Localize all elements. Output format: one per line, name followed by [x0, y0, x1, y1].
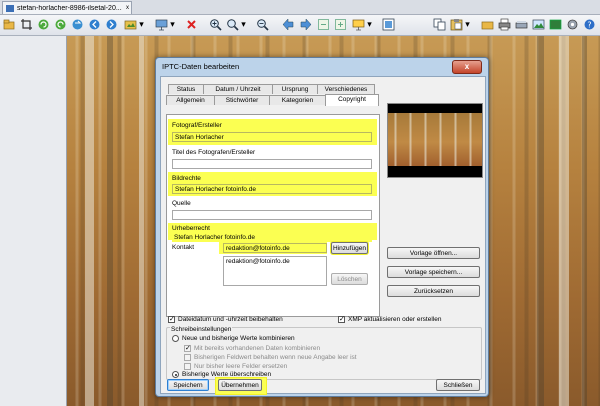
back-icon[interactable]: [88, 18, 101, 31]
iptc-dialog: IPTC-Daten bearbeiten x Status Datum / U…: [155, 57, 489, 397]
zoom-out-icon[interactable]: [256, 18, 269, 31]
dialog-titlebar[interactable]: IPTC-Daten bearbeiten x: [156, 58, 488, 75]
rights-label: Bildrechte: [172, 175, 201, 182]
delete-icon[interactable]: [185, 18, 198, 31]
refresh-icon[interactable]: [71, 18, 84, 31]
dropdown-icon[interactable]: ▾: [240, 18, 247, 31]
tab-categories[interactable]: Kategorien: [269, 95, 326, 105]
close-tab-icon[interactable]: x: [126, 5, 129, 11]
photographer-label: Fotograf/Ersteller: [172, 122, 222, 129]
combine-radio-label: Neue und bisherige Werte kombinieren: [182, 335, 295, 342]
tab-status[interactable]: Status: [168, 84, 204, 94]
combine-existing-label: Mit bereits vorhandenen Daten kombiniere…: [194, 345, 321, 352]
rotate-left-icon[interactable]: [37, 18, 50, 31]
dropdown-icon[interactable]: ▾: [138, 18, 145, 31]
crop-icon[interactable]: [20, 18, 33, 31]
zoom-icon[interactable]: [226, 18, 239, 31]
copyright-tab-panel: Fotograf/Ersteller Stefan Horlacher Tite…: [166, 114, 380, 317]
tab-date-time[interactable]: Datum / Uhrzeit: [203, 84, 273, 94]
folder-icon[interactable]: [481, 18, 494, 31]
overwrite-radio[interactable]: [172, 371, 179, 378]
contact-label: Kontakt: [172, 244, 195, 251]
image-icon[interactable]: [532, 18, 545, 31]
desktop-icon[interactable]: [352, 18, 365, 31]
rotate-right-icon[interactable]: [54, 18, 67, 31]
tab-origin[interactable]: Ursprung: [272, 84, 318, 94]
write-settings-label: Schreibeinstellungen: [170, 326, 233, 333]
tab-bar: stefan-horlacher-8986-ilsetal-20... x: [0, 0, 600, 15]
slideshow-icon[interactable]: [155, 18, 168, 31]
thumbnail-icon[interactable]: [549, 18, 562, 31]
scan-icon[interactable]: [515, 18, 528, 31]
last-page-icon[interactable]: [334, 18, 347, 31]
rights-field[interactable]: Stefan Horlacher fotoinfo.de: [172, 184, 372, 194]
keep-date-checkbox[interactable]: [168, 315, 175, 323]
tab-copyright[interactable]: Copyright: [325, 94, 379, 106]
document-tab[interactable]: stefan-horlacher-8986-ilsetal-20... x: [2, 1, 132, 14]
only-empty-label: Nur bisher leere Felder ersetzen: [194, 363, 288, 370]
save-template-button[interactable]: Vorlage speichern...: [387, 266, 480, 278]
open-template-button[interactable]: Vorlage öffnen...: [387, 247, 480, 259]
main-toolbar: ▾ ▾ ▾ ▾ ▾ ?: [0, 15, 600, 36]
image-preview: [387, 103, 483, 178]
paste-icon[interactable]: [450, 18, 463, 31]
contact-input[interactable]: redaktion@fotoinfo.de: [223, 243, 327, 253]
tab-misc[interactable]: Verschiedenes: [317, 84, 375, 94]
arrow-left-icon[interactable]: [282, 18, 295, 31]
open-icon[interactable]: [3, 18, 16, 31]
dropdown-icon[interactable]: ▾: [366, 18, 373, 31]
apply-button[interactable]: Übernehmen: [218, 379, 262, 391]
photographer-title-label: Titel des Fotografen/Ersteller: [172, 149, 256, 156]
save-button[interactable]: Speichern: [167, 379, 209, 391]
first-page-icon[interactable]: [317, 18, 330, 31]
photographer-title-field[interactable]: [172, 159, 372, 169]
xmp-label: XMP aktualisieren oder erstellen: [348, 316, 442, 323]
xmp-checkbox[interactable]: [338, 315, 345, 323]
keep-old-value-label: Bisherigen Feldwert behalten wenn neue A…: [194, 354, 357, 361]
dropdown-icon[interactable]: ▾: [464, 18, 471, 31]
print-icon[interactable]: [498, 18, 511, 31]
dialog-client: Status Datum / Uhrzeit Ursprung Verschie…: [160, 76, 486, 395]
close-button[interactable]: Schließen: [436, 379, 480, 391]
arrow-right-icon[interactable]: [299, 18, 312, 31]
tab-row-1: Status Datum / Uhrzeit Ursprung Verschie…: [168, 84, 375, 94]
combine-existing-checkbox[interactable]: [184, 344, 191, 352]
reset-button[interactable]: Zurücksetzen: [387, 285, 480, 297]
source-label: Quelle: [172, 200, 191, 207]
settings-icon[interactable]: [566, 18, 579, 31]
image-file-icon: [6, 4, 14, 12]
combine-radio[interactable]: [172, 335, 179, 342]
side-panel: [0, 36, 67, 406]
keep-old-value-checkbox[interactable]: [184, 354, 191, 361]
contact-list-item[interactable]: redaktion@fotoinfo.de: [226, 257, 326, 267]
tab-general[interactable]: Allgemein: [166, 95, 215, 105]
add-contact-button[interactable]: Hinzufügen: [331, 242, 368, 254]
copy-icon[interactable]: [433, 18, 446, 31]
contact-list[interactable]: redaktion@fotoinfo.de: [223, 256, 327, 286]
forward-icon[interactable]: [105, 18, 118, 31]
batch-icon[interactable]: [124, 18, 137, 31]
source-field[interactable]: [172, 210, 372, 220]
only-empty-checkbox[interactable]: [184, 363, 191, 370]
preview-thumbnail: [388, 113, 482, 166]
close-window-icon[interactable]: x: [452, 60, 482, 74]
write-settings-group: Neue und bisherige Werte kombinieren Mit…: [166, 327, 482, 380]
document-tab-title: stefan-horlacher-8986-ilsetal-20...: [17, 4, 122, 12]
photographer-field[interactable]: Stefan Horlacher: [172, 132, 372, 142]
dropdown-icon[interactable]: ▾: [169, 18, 176, 31]
delete-contact-button[interactable]: Löschen: [331, 273, 368, 285]
svg-text:?: ?: [587, 20, 591, 29]
fullscreen-icon[interactable]: [382, 18, 395, 31]
copyright-field[interactable]: Stefan Horlacher fotoinfo.de: [172, 234, 372, 242]
zoom-in-icon[interactable]: [209, 18, 222, 31]
tab-keywords[interactable]: Stichwörter: [214, 95, 270, 105]
keep-date-label: Dateidatum und -uhrzeit beibehalten: [178, 316, 283, 323]
tab-row-2: Allgemein Stichwörter Kategorien Copyrig…: [166, 94, 379, 106]
help-icon[interactable]: ?: [583, 18, 596, 31]
copyright-label: Urheberrecht: [172, 225, 210, 232]
dialog-title: IPTC-Daten bearbeiten: [162, 62, 240, 71]
